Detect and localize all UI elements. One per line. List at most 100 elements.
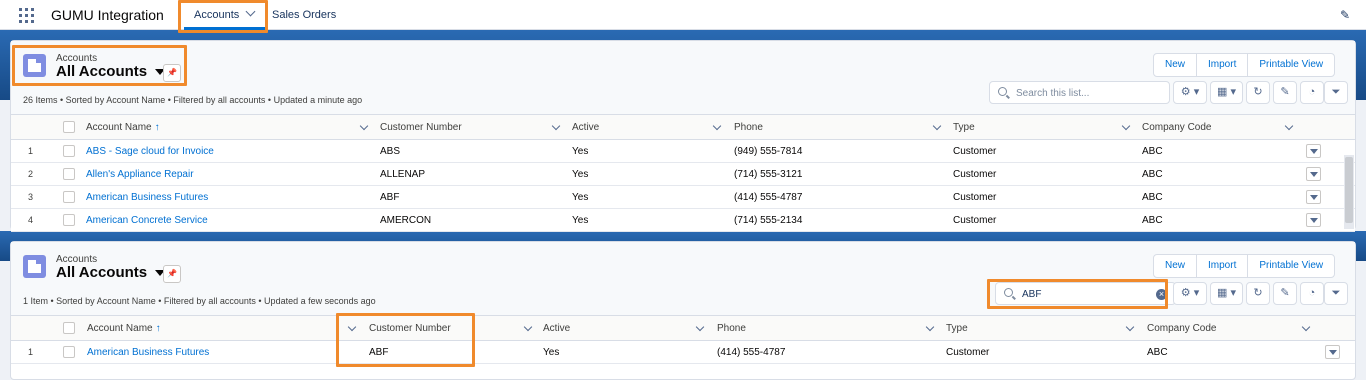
chevron-down-icon[interactable] <box>245 6 256 17</box>
column-menu-chevron-icon[interactable] <box>359 121 369 131</box>
column-menu-chevron-icon[interactable] <box>712 121 722 131</box>
column-menu-chevron-icon[interactable] <box>347 322 357 332</box>
list-settings-button[interactable]: ⚙ ▾ <box>1173 282 1207 305</box>
row-checkbox[interactable] <box>63 214 75 226</box>
scrollbar-thumb[interactable] <box>1345 157 1353 223</box>
display-as-button[interactable]: ▦ ▾ <box>1210 81 1243 104</box>
edit-list-button[interactable]: ✎ <box>1273 81 1297 104</box>
column-menu-chevron-icon[interactable] <box>523 322 533 332</box>
column-menu-chevron-icon[interactable] <box>925 322 935 332</box>
new-button[interactable]: New <box>1154 255 1198 277</box>
row-checkbox[interactable] <box>63 346 75 358</box>
import-button[interactable]: Import <box>1197 255 1249 277</box>
nav-tab-accounts[interactable]: Accounts <box>184 0 266 30</box>
column-header-phone[interactable]: Phone <box>717 316 746 341</box>
app-launcher-icon[interactable] <box>19 8 35 24</box>
filter-button[interactable]: ⏷ <box>1324 81 1348 104</box>
company-code-cell: ABC <box>1142 192 1163 203</box>
column-menu-chevron-icon[interactable] <box>1284 121 1294 131</box>
import-button[interactable]: Import <box>1197 54 1249 76</box>
pin-list-view-button[interactable]: 📌 <box>163 64 181 82</box>
column-header-company-code[interactable]: Company Code <box>1142 115 1211 140</box>
customer-number-cell: ABS <box>380 146 401 157</box>
active-cell: Yes <box>572 215 589 226</box>
edit-icon: ✎ <box>1280 86 1290 98</box>
company-code-cell: ABC <box>1147 347 1168 358</box>
filter-icon: ⏷ <box>1331 86 1341 98</box>
charts-button[interactable]: ◔ <box>1300 282 1324 305</box>
column-menu-chevron-icon[interactable] <box>695 322 705 332</box>
new-button[interactable]: New <box>1154 54 1198 76</box>
column-menu-chevron-icon[interactable] <box>1125 322 1135 332</box>
column-header-account-name[interactable]: Account Name ↑ <box>86 115 160 140</box>
account-name-link[interactable]: Allen's Appliance Repair <box>86 163 194 186</box>
column-menu-chevron-icon[interactable] <box>551 121 561 131</box>
edit-nav-icon[interactable]: ✎ <box>1340 8 1354 22</box>
row-checkbox[interactable] <box>63 145 75 157</box>
search-list-box <box>989 81 1170 104</box>
top-navigation: GUMU Integration Accounts Sales Orders ✎ <box>0 0 1366 30</box>
list-view-panel-1: Accounts All Accounts 📌 26 Items • Sorte… <box>10 40 1356 232</box>
row-actions-menu[interactable] <box>1306 167 1321 181</box>
account-name-link[interactable]: American Concrete Service <box>86 209 208 232</box>
table-scrollbar[interactable] <box>1344 155 1354 229</box>
column-menu-chevron-icon[interactable] <box>1301 322 1311 332</box>
pin-list-view-button[interactable]: 📌 <box>163 265 181 283</box>
refresh-button[interactable]: ↻ <box>1246 282 1270 305</box>
column-header-account-name[interactable]: Account Name ↑ <box>87 316 161 341</box>
list-view-panel-2: Accounts All Accounts 📌 1 Item • Sorted … <box>10 241 1356 380</box>
charts-button[interactable]: ◔ <box>1300 81 1324 104</box>
column-header-active[interactable]: Active <box>543 316 570 341</box>
account-name-link[interactable]: American Business Futures <box>86 186 208 209</box>
phone-cell: (414) 555-4787 <box>734 192 803 203</box>
row-actions-menu[interactable] <box>1306 144 1321 158</box>
display-as-button[interactable]: ▦ ▾ <box>1210 282 1243 305</box>
column-header-type[interactable]: Type <box>946 316 968 341</box>
row-actions-menu[interactable] <box>1306 213 1321 227</box>
column-label: Account Name <box>86 122 152 133</box>
refresh-icon: ↻ <box>1253 287 1263 299</box>
gear-icon: ⚙ <box>1180 86 1191 98</box>
row-checkbox[interactable] <box>63 191 75 203</box>
column-menu-chevron-icon[interactable] <box>932 121 942 131</box>
search-input[interactable] <box>1014 85 1144 101</box>
table-row: 1 American Business Futures ABF Yes (414… <box>11 341 1355 364</box>
edit-icon: ✎ <box>1280 287 1290 299</box>
account-name-link[interactable]: American Business Futures <box>87 341 209 364</box>
refresh-button[interactable]: ↻ <box>1246 81 1270 104</box>
row-checkbox[interactable] <box>63 168 75 180</box>
column-header-company-code[interactable]: Company Code <box>1147 316 1216 341</box>
type-cell: Customer <box>946 347 990 358</box>
printable-view-button[interactable]: Printable View <box>1248 255 1334 277</box>
column-header-customer-number[interactable]: Customer Number <box>380 115 462 140</box>
filter-icon: ⏷ <box>1331 287 1341 299</box>
select-all-checkbox[interactable] <box>63 322 75 334</box>
type-cell: Customer <box>953 146 997 157</box>
printable-view-button[interactable]: Printable View <box>1248 54 1334 76</box>
sort-ascending-icon: ↑ <box>155 323 161 334</box>
column-header-phone[interactable]: Phone <box>734 115 763 140</box>
customer-number-cell: AMERCON <box>380 215 432 226</box>
list-view-selector[interactable]: All Accounts <box>56 264 166 281</box>
column-label: Account Name <box>87 323 153 334</box>
clear-search-icon[interactable]: × <box>1156 289 1167 300</box>
account-name-link[interactable]: ABS - Sage cloud for Invoice <box>86 140 214 163</box>
row-actions-menu[interactable] <box>1306 190 1321 204</box>
column-header-type[interactable]: Type <box>953 115 975 140</box>
list-settings-button[interactable]: ⚙ ▾ <box>1173 81 1207 104</box>
active-cell: Yes <box>572 169 589 180</box>
column-header-customer-number[interactable]: Customer Number <box>369 316 451 341</box>
nav-tab-sales-orders[interactable]: Sales Orders <box>272 0 336 30</box>
search-input[interactable] <box>1020 286 1150 302</box>
edit-list-button[interactable]: ✎ <box>1273 282 1297 305</box>
column-menu-chevron-icon[interactable] <box>1121 121 1131 131</box>
active-cell: Yes <box>572 146 589 157</box>
filter-button[interactable]: ⏷ <box>1324 282 1348 305</box>
column-header-active[interactable]: Active <box>572 115 599 140</box>
search-list-box: × <box>995 282 1176 305</box>
account-object-icon <box>23 54 46 77</box>
list-view-selector[interactable]: All Accounts <box>56 63 166 80</box>
select-all-checkbox[interactable] <box>63 121 75 133</box>
row-number: 1 <box>28 146 34 156</box>
row-actions-menu[interactable] <box>1325 345 1340 359</box>
